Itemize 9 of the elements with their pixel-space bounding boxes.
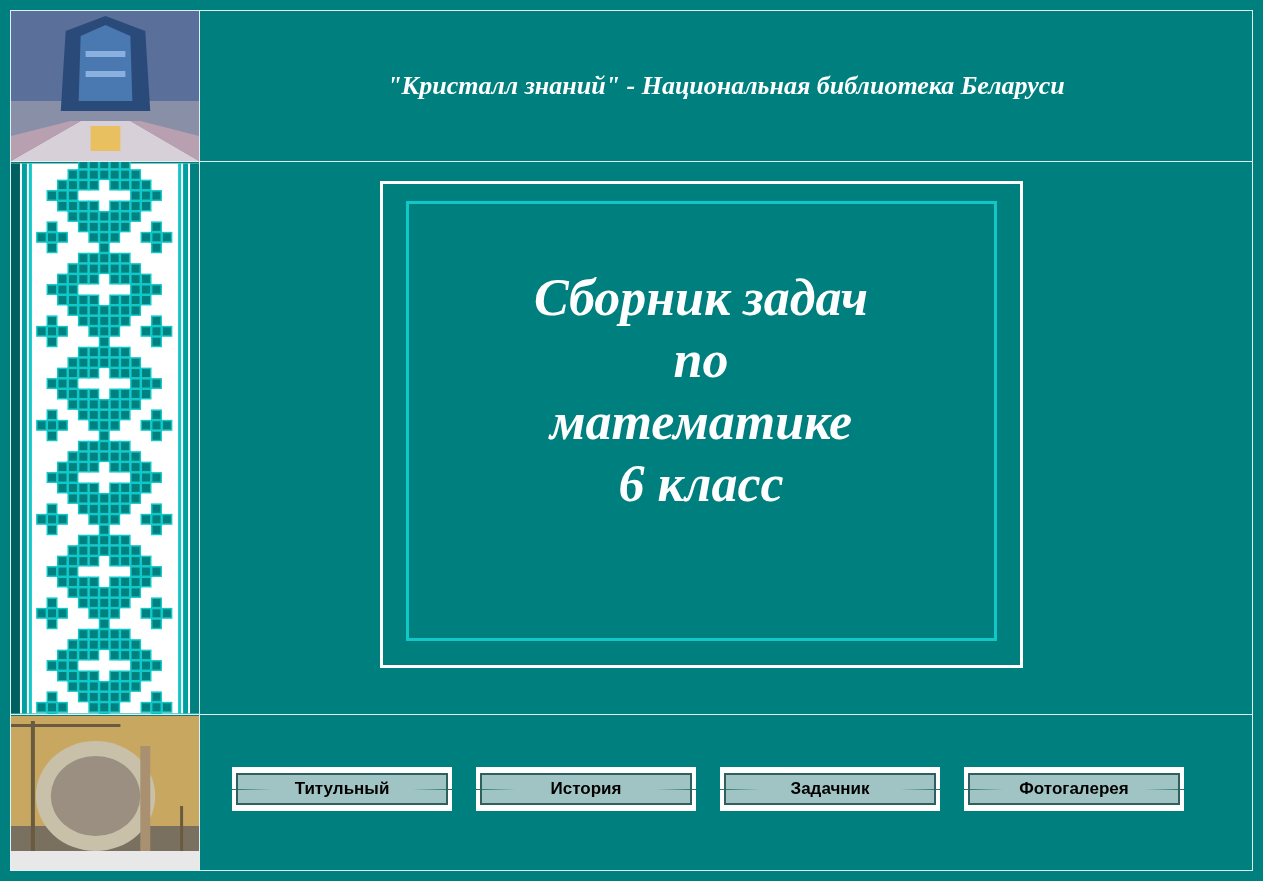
cover-title-line: математике <box>549 392 852 452</box>
cover-title-line: по <box>673 330 729 390</box>
nav-button[interactable]: Фотогалерея <box>964 766 1184 811</box>
site-title: "Кристалл знаний" - Национальная библиотека Беларуси <box>387 71 1065 101</box>
cover-title-line: 6 класс <box>618 454 784 514</box>
nav-button[interactable]: Задачник <box>720 766 940 811</box>
cover-title-line: Сборник задач <box>533 268 869 328</box>
nav-button[interactable]: История <box>476 766 696 811</box>
nav-button[interactable]: Титульный <box>232 766 452 811</box>
